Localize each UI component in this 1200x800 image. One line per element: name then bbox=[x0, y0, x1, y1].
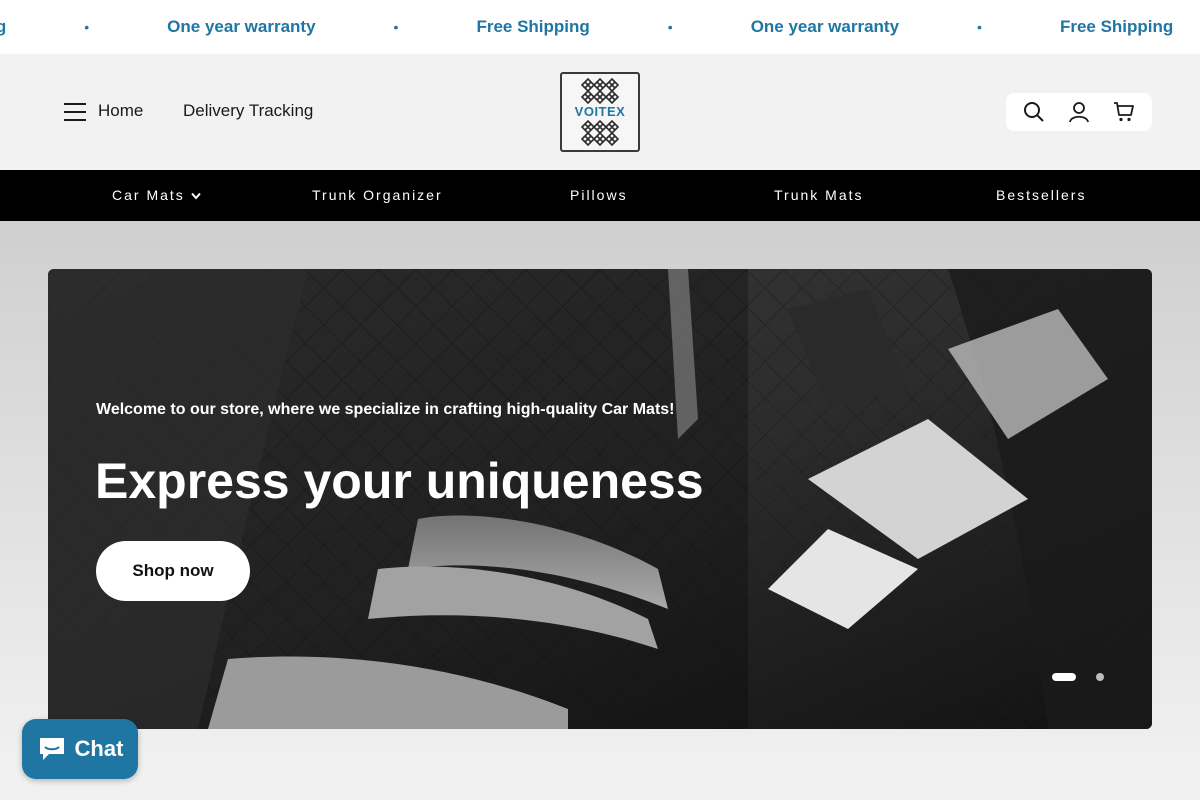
separator-dot: • bbox=[84, 19, 90, 35]
logo-lattice-bottom-icon bbox=[581, 120, 619, 146]
cart-icon[interactable] bbox=[1112, 100, 1136, 124]
chat-bubble-icon bbox=[39, 738, 64, 760]
nav-link-home[interactable]: Home bbox=[98, 101, 143, 121]
menu-icon[interactable] bbox=[64, 103, 86, 121]
page-bottom bbox=[0, 777, 1200, 800]
slide-dot[interactable] bbox=[1096, 673, 1104, 681]
announcement-item: Free Shipping bbox=[1059, 17, 1174, 36]
category-link-trunk-mats[interactable]: Trunk Mats bbox=[774, 187, 864, 203]
site-logo[interactable]: VOITEX bbox=[560, 72, 640, 152]
logo-lattice-top-icon bbox=[581, 78, 619, 104]
hero-subtitle: Welcome to our store, where we specializ… bbox=[96, 401, 675, 418]
hero-slider: Welcome to our store, where we specializ… bbox=[48, 269, 1152, 729]
nav-link-delivery-tracking[interactable]: Delivery Tracking bbox=[183, 101, 313, 121]
hero-title: Express your uniqueness bbox=[95, 453, 704, 509]
separator-dot: • bbox=[667, 19, 673, 35]
category-label: Car Mats bbox=[112, 187, 185, 203]
search-icon[interactable] bbox=[1022, 100, 1046, 124]
shop-now-button[interactable]: Shop now bbox=[96, 541, 250, 601]
account-icon[interactable] bbox=[1067, 100, 1091, 124]
category-link-pillows[interactable]: Pillows bbox=[570, 187, 628, 203]
logo-text: VOITEX bbox=[574, 104, 626, 119]
slide-dot-active[interactable] bbox=[1052, 673, 1076, 681]
category-link-car-mats[interactable]: Car Mats bbox=[112, 187, 201, 203]
category-link-bestsellers[interactable]: Bestsellers bbox=[996, 187, 1086, 203]
announcement-item: pping bbox=[0, 17, 7, 36]
separator-dot: • bbox=[393, 19, 399, 35]
site-header: Home Delivery Tracking VOITEX bbox=[0, 54, 1200, 170]
chevron-down-icon bbox=[191, 193, 201, 200]
announcement-track: pping • One year warranty • Free Shippin… bbox=[0, 0, 1173, 54]
header-icon-group bbox=[1006, 93, 1152, 131]
announcement-bar: pping • One year warranty • Free Shippin… bbox=[0, 0, 1200, 54]
separator-dot: • bbox=[977, 19, 982, 35]
chat-label: Chat bbox=[74, 736, 124, 761]
announcement-item: One year warranty bbox=[750, 17, 900, 36]
announcement-item: Free Shipping bbox=[476, 17, 590, 36]
category-link-trunk-organizer[interactable]: Trunk Organizer bbox=[312, 187, 443, 203]
chat-button[interactable]: Chat bbox=[22, 719, 138, 779]
category-nav: Car Mats Trunk Organizer Pillows Trunk M… bbox=[0, 170, 1200, 221]
announcement-item: One year warranty bbox=[167, 17, 316, 36]
